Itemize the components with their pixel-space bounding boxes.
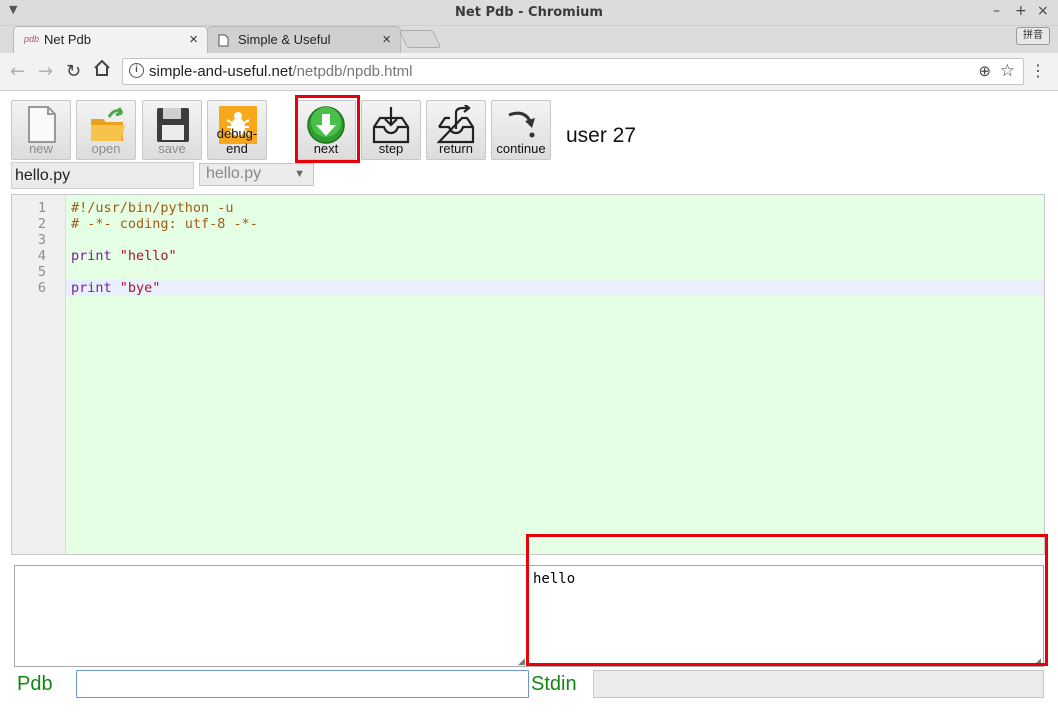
code-string: "bye" xyxy=(119,280,161,296)
address-bar[interactable]: i simple-and-useful.net/netpdb/npdb.html… xyxy=(122,58,1024,85)
browser-menu-icon[interactable]: ⋮ xyxy=(1030,61,1046,80)
file-select[interactable]: hello.py ▼ xyxy=(199,163,314,186)
url-text: simple-and-useful.net/netpdb/npdb.html xyxy=(149,63,413,80)
tab-net-pdb[interactable]: pdb Net Pdb × xyxy=(13,26,208,53)
pdb-command-input[interactable] xyxy=(76,670,529,698)
page-icon xyxy=(218,34,232,47)
inbox-in-icon xyxy=(372,107,410,144)
code-line-current: print "bye" xyxy=(66,280,1044,296)
home-icon[interactable] xyxy=(93,59,111,82)
close-window-button[interactable]: × xyxy=(1037,3,1049,19)
open-folder-icon xyxy=(91,107,125,141)
line-number: 3 xyxy=(37,232,46,248)
resize-grip-icon[interactable]: ◢ xyxy=(518,657,525,667)
new-tab-button[interactable] xyxy=(398,30,442,48)
new-file-icon xyxy=(28,106,56,143)
step-button[interactable]: step xyxy=(361,100,421,160)
continue-button[interactable]: continue xyxy=(491,100,551,160)
tab-strip: pdb Net Pdb × Simple & Useful × 拼音 xyxy=(0,26,1058,53)
code-keyword: print xyxy=(71,248,112,264)
filename-input[interactable]: hello.py xyxy=(11,162,194,189)
forward-arrow-icon[interactable]: → xyxy=(38,61,53,82)
inbox-out-icon xyxy=(436,105,475,144)
browser-toolbar: ← → ↻ i simple-and-useful.net/netpdb/npd… xyxy=(0,53,1058,91)
zoom-icon[interactable]: ⊕ xyxy=(978,62,991,80)
back-arrow-icon[interactable]: ← xyxy=(10,61,25,82)
window-titlebar: ▼ Net Pdb - Chromium – + × xyxy=(0,0,1058,26)
open-button[interactable]: open xyxy=(76,100,136,160)
new-button-label: new xyxy=(29,141,53,156)
curved-arrow-icon xyxy=(508,111,535,138)
next-button-highlight xyxy=(295,95,360,163)
return-button-label: return xyxy=(439,141,473,156)
new-button[interactable]: new xyxy=(11,100,71,160)
minimize-button[interactable]: – xyxy=(993,3,1000,19)
debug-end-button[interactable]: debug-end xyxy=(207,100,267,160)
user-label: user 27 xyxy=(566,124,637,147)
code-line: # -*- coding: utf-8 -*- xyxy=(71,216,258,232)
pdb-favicon-icon: pdb xyxy=(24,34,40,44)
bookmark-star-icon[interactable]: ☆ xyxy=(1000,61,1015,81)
line-number: 2 xyxy=(37,216,46,232)
open-button-label: open xyxy=(91,141,121,156)
save-button[interactable]: save xyxy=(142,100,202,160)
url-host: simple-and-useful.net xyxy=(149,63,293,80)
file-select-value: hello.py xyxy=(206,165,262,182)
line-number: 6 xyxy=(37,280,46,296)
code-string: "hello" xyxy=(119,248,177,264)
reload-icon[interactable]: ↻ xyxy=(66,61,81,82)
step-button-label: step xyxy=(378,141,404,156)
save-button-label: save xyxy=(158,141,186,156)
window-title: Net Pdb - Chromium xyxy=(455,5,603,20)
line-number-gutter: 1 2 3 4 5 6 xyxy=(12,195,66,554)
debug-output-area[interactable] xyxy=(14,565,528,667)
code-line: #!/usr/bin/python -u xyxy=(71,200,234,216)
stdin-input[interactable] xyxy=(593,670,1044,698)
code-keyword: print xyxy=(71,280,112,296)
line-number: 4 xyxy=(37,248,46,264)
close-tab-icon[interactable]: × xyxy=(189,31,198,48)
info-icon[interactable]: i xyxy=(129,63,144,78)
continue-button-label: continue xyxy=(496,141,546,156)
line-number: 1 xyxy=(37,200,46,216)
pdb-label: Pdb xyxy=(17,673,53,695)
return-button[interactable]: return xyxy=(426,100,486,160)
floppy-disk-icon xyxy=(157,108,189,142)
debug-end-button-label: debug-end xyxy=(216,126,258,156)
line-number: 5 xyxy=(37,264,46,280)
url-path: /netpdb/npdb.html xyxy=(292,63,413,80)
tab-simple-useful[interactable]: Simple & Useful × xyxy=(207,26,401,53)
chevron-down-icon: ▼ xyxy=(294,168,305,180)
code-editor[interactable]: 1 2 3 4 5 6 #!/usr/bin/python -u # -*- c… xyxy=(11,194,1045,555)
tab-label: Net Pdb xyxy=(44,32,91,47)
code-line: print "hello" xyxy=(71,248,177,264)
tab-label: Simple & Useful xyxy=(238,32,331,47)
close-tab-icon[interactable]: × xyxy=(382,31,391,48)
stdin-label: Stdin xyxy=(531,673,577,695)
ime-indicator[interactable]: 拼音 xyxy=(1016,27,1050,45)
output-highlight xyxy=(526,534,1048,666)
maximize-button[interactable]: + xyxy=(1015,3,1027,19)
